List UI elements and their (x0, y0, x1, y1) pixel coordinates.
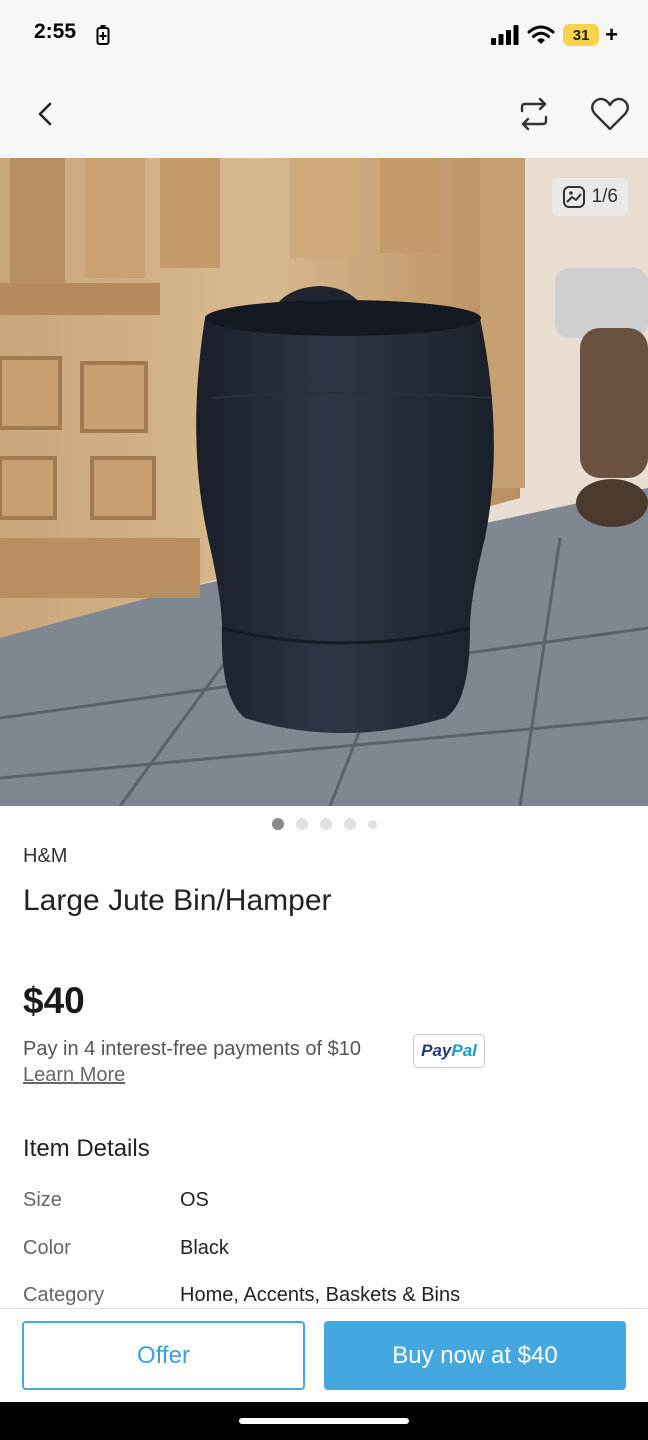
carousel-dot[interactable] (271, 818, 284, 830)
battery-saver-icon (96, 25, 110, 45)
carousel-dot[interactable] (319, 818, 332, 830)
carousel-dots (0, 818, 648, 830)
carousel-dot[interactable] (295, 818, 308, 830)
home-indicator[interactable] (239, 1418, 409, 1424)
nav-bar (0, 70, 648, 158)
detail-label: Category (23, 1284, 105, 1306)
image-counter: 1/6 (551, 178, 628, 216)
listing-page: 2:55 31 + 1/6 H&M Large Jute Bin/Hamper … (0, 0, 648, 1440)
paypal-badge: Pay Pal (413, 1034, 485, 1068)
offer-button[interactable]: Offer (22, 1321, 305, 1390)
carousel-dot[interactable] (343, 818, 356, 830)
battery-level: 31 (563, 24, 600, 46)
learn-more-link[interactable]: Learn More (23, 1064, 125, 1087)
image-counter-text: 1/6 (591, 186, 618, 207)
item-details-heading: Item Details (23, 1135, 150, 1162)
status-time: 2:55 (34, 20, 77, 43)
product-title: Large Jute Bin/Hamper (23, 884, 332, 917)
status-indicators: 31 + (491, 22, 618, 48)
detail-value: OS (180, 1189, 209, 1211)
buy-now-button[interactable]: Buy now at $40 (324, 1321, 626, 1390)
gallery-icon (562, 186, 585, 208)
detail-label: Color (23, 1237, 71, 1259)
status-bar: 2:55 31 + (0, 0, 648, 70)
cellular-signal-icon (491, 25, 519, 45)
home-indicator-area (0, 1402, 648, 1440)
charging-icon: + (605, 22, 618, 47)
brand-name[interactable]: H&M (23, 845, 67, 868)
detail-value: Black (180, 1237, 229, 1259)
back-chevron-icon[interactable] (28, 96, 64, 132)
product-image[interactable]: 1/6 (0, 158, 648, 806)
detail-label: Size (23, 1189, 62, 1211)
heart-icon[interactable] (588, 94, 632, 134)
detail-value[interactable]: Home, Accents, Baskets & Bins (180, 1284, 460, 1307)
carousel-dot[interactable] (367, 819, 377, 829)
installments-text: Pay in 4 interest-free payments of $10 (23, 1038, 361, 1060)
product-price: $40 (23, 980, 85, 1021)
paypal-logo-pay: Pay (421, 1041, 452, 1060)
share-repost-icon[interactable] (512, 94, 556, 134)
product-photo (0, 158, 648, 806)
bottom-action-bar: Offer Buy now at $40 (0, 1308, 648, 1402)
wifi-icon (527, 25, 555, 44)
paypal-logo-pal: Pal (451, 1041, 477, 1060)
